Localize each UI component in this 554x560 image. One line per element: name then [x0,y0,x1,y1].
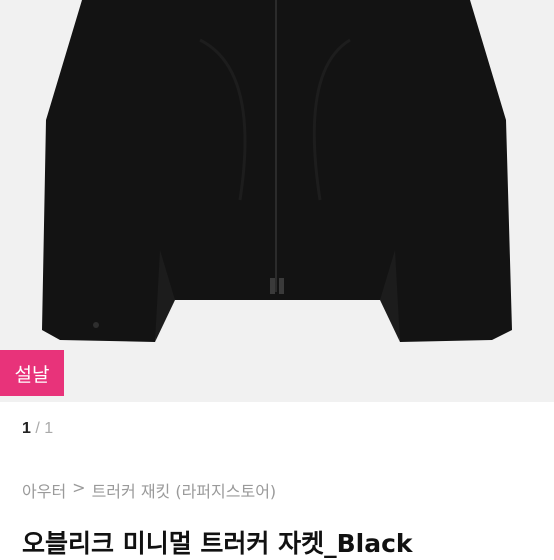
product-title: 오블리크 미니멀 트러커 자켓_Black [22,529,413,558]
pager-separator: / [35,420,40,437]
product-image[interactable] [0,0,554,402]
pager-total: 1 [44,420,54,437]
breadcrumb-subcategory[interactable]: 트러커 재킷 (라퍼지스토어) [92,478,277,502]
seollal-badge: 설날 [0,350,64,396]
breadcrumb-category[interactable]: 아우터 [22,478,66,502]
image-pager: 1 / 1 [22,420,53,438]
breadcrumb: 아우터 > 트러커 재킷 (라퍼지스토어) [22,478,276,502]
pager-current: 1 [22,420,31,437]
breadcrumb-separator: > [72,478,86,497]
jacket-illustration [42,0,512,342]
